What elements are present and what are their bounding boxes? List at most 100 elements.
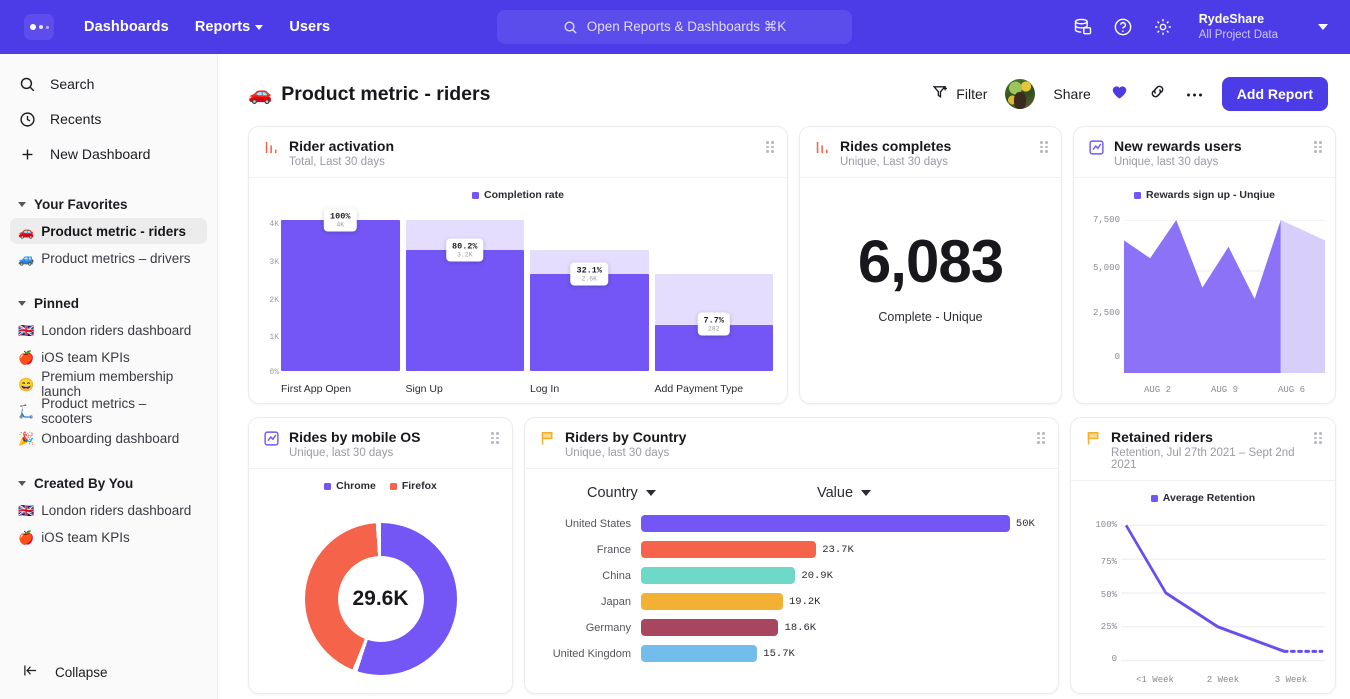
legend-swatch <box>324 483 331 490</box>
table-row[interactable]: France 23.7K <box>539 541 1042 558</box>
drag-handle-icon[interactable] <box>766 138 774 153</box>
sidebar: Search Recents New Dashboard <box>0 54 218 699</box>
share-button[interactable]: Share <box>1053 86 1090 102</box>
sidebar-item-search[interactable]: Search <box>0 68 217 100</box>
y-tick: 2K <box>269 296 279 305</box>
card-retained-riders: Retained riders Retention, Jul 27th 2021… <box>1070 417 1336 694</box>
bar-track: 15.7K <box>641 645 1042 662</box>
table-row[interactable]: Japan 19.2K <box>539 593 1042 610</box>
sidebar-group-favorites: Your Favorites 🚗 Product metric - riders… <box>0 191 217 272</box>
sidebar-item-london-riders-dashboard[interactable]: 🇬🇧 London riders dashboard <box>10 317 207 343</box>
drag-handle-icon[interactable] <box>1040 138 1048 153</box>
funnel-tooltip: 7.7% 282 <box>698 313 730 336</box>
sidebar-collapse-button[interactable]: Collapse <box>0 663 217 681</box>
app-body: Search Recents New Dashboard <box>0 54 1350 699</box>
card-subtitle: Retention, Jul 27th 2021 – Sept 2nd 2021 <box>1111 447 1305 471</box>
sidebar-item-new-dashboard[interactable]: New Dashboard <box>0 138 217 170</box>
x-tick: Log In <box>530 383 649 395</box>
sidebar-item-ios-team-kpis[interactable]: 🍎 iOS team KPIs <box>10 344 207 370</box>
funnel-tooltip: 100% 4K <box>324 209 356 232</box>
donut-ring[interactable]: 29.6K <box>305 523 457 675</box>
sidebar-item-recents[interactable]: Recents <box>0 103 217 135</box>
top-navigation-bar: Dashboards Reports Users Open Reports & … <box>0 0 1350 54</box>
card-subtitle: Unique, last 30 days <box>565 447 686 459</box>
column-header-value[interactable]: Value <box>817 485 871 501</box>
card-header: Retained riders Retention, Jul 27th 2021… <box>1071 418 1335 481</box>
card-title: Rides by mobile OS <box>289 429 420 445</box>
table-row[interactable]: China 20.9K <box>539 567 1042 584</box>
legend-item: Firefox <box>390 480 437 492</box>
party-emoji-icon: 🎉 <box>18 432 34 445</box>
link-icon[interactable] <box>1148 82 1167 106</box>
sidebar-item-label: Product metrics – drivers <box>41 251 190 266</box>
column-header-country[interactable]: Country <box>539 485 739 501</box>
sidebar-item-premium-membership-launch[interactable]: 😄 Premium membership launch <box>10 371 207 397</box>
card-title: Retained riders <box>1111 429 1305 445</box>
global-search-input[interactable]: Open Reports & Dashboards ⌘K <box>497 10 852 44</box>
bar-track: 23.7K <box>641 541 1042 558</box>
table-row[interactable]: United Kingdom 15.7K <box>539 645 1042 662</box>
country-label: Germany <box>539 622 631 634</box>
drag-handle-icon[interactable] <box>1314 429 1322 444</box>
drag-handle-icon[interactable] <box>1314 138 1322 153</box>
funnel-percent: 100% <box>330 212 350 222</box>
funnel-percent: 80.2% <box>452 241 478 251</box>
card-title: New rewards users <box>1114 138 1242 154</box>
add-report-button[interactable]: Add Report <box>1222 77 1328 111</box>
table-row[interactable]: United States 50K <box>539 515 1042 532</box>
chart-legend: Completion rate <box>249 178 787 201</box>
card-title: Rides completes <box>840 138 951 154</box>
sidebar-group-header[interactable]: Created By You <box>0 470 217 496</box>
topbar-right-actions: RydeShare All Project Data <box>1073 12 1334 42</box>
database-icon[interactable] <box>1073 17 1093 37</box>
account-chevron-down-icon[interactable] <box>1318 24 1328 30</box>
account-switcher[interactable]: RydeShare All Project Data <box>1199 12 1278 42</box>
y-tick: 5,000 <box>1093 263 1120 273</box>
drag-handle-icon[interactable] <box>1037 429 1045 444</box>
y-tick: 3K <box>269 258 279 267</box>
nav-item-users[interactable]: Users <box>289 19 330 35</box>
heart-icon[interactable] <box>1109 82 1130 106</box>
nav-label: Dashboards <box>84 19 169 35</box>
gear-icon[interactable] <box>1153 17 1173 37</box>
more-icon[interactable] <box>1185 85 1204 103</box>
country-label: United States <box>539 518 631 530</box>
x-tick: AUG 6 <box>1258 385 1325 395</box>
line-chart-icon <box>1088 139 1105 156</box>
sidebar-item-product-metrics-scooters[interactable]: 🛴 Product metrics – scooters <box>10 398 207 424</box>
y-tick: 0 <box>1112 654 1117 664</box>
sidebar-group-header[interactable]: Your Favorites <box>0 191 217 217</box>
card-subtitle: Total, Last 30 days <box>289 156 394 168</box>
collapse-label: Collapse <box>55 665 108 680</box>
sidebar-group-header[interactable]: Pinned <box>0 290 217 316</box>
help-circle-icon[interactable] <box>1113 17 1133 37</box>
sidebar-item-product-metrics-drivers[interactable]: 🚙 Product metrics – drivers <box>10 245 207 271</box>
funnel-count: 2.6K <box>576 276 602 283</box>
x-tick: Add Payment Type <box>655 383 774 395</box>
funnel-column[interactable]: 32.1% 2.6K <box>530 220 649 371</box>
card-titles: Rider activation Total, Last 30 days <box>289 138 394 168</box>
y-tick: 0% <box>269 368 279 377</box>
avatar[interactable] <box>1005 79 1035 109</box>
legend-label: Chrome <box>336 480 376 492</box>
funnel-column[interactable]: 100% 4K <box>281 220 400 371</box>
nav-label: Reports <box>195 19 251 35</box>
dots-logo-icon[interactable] <box>24 14 54 40</box>
funnel-column[interactable]: 7.7% 282 <box>655 220 774 371</box>
area-chart: 7,500 5,000 2,500 0 <box>1074 212 1335 403</box>
sidebar-item-product-metric-riders[interactable]: 🚗 Product metric - riders <box>10 218 207 244</box>
drag-handle-icon[interactable] <box>491 429 499 444</box>
funnel-column[interactable]: 80.2% 3.2K <box>406 220 525 371</box>
card-header: Rides by mobile OS Unique, last 30 days <box>249 418 512 469</box>
card-header: Rides completes Unique, Last 30 days <box>800 127 1061 178</box>
nav-item-reports[interactable]: Reports <box>195 19 264 35</box>
nav-item-dashboards[interactable]: Dashboards <box>84 19 169 35</box>
sidebar-item-london-riders-dashboard-created[interactable]: 🇬🇧 London riders dashboard <box>10 497 207 523</box>
sidebar-item-onboarding-dashboard[interactable]: 🎉 Onboarding dashboard <box>10 425 207 451</box>
country-label: Japan <box>539 596 631 608</box>
country-label: United Kingdom <box>539 648 631 660</box>
filter-button[interactable]: Filter <box>932 84 987 104</box>
sidebar-item-ios-team-kpis-created[interactable]: 🍎 iOS team KPIs <box>10 524 207 550</box>
bar-track: 19.2K <box>641 593 1042 610</box>
table-row[interactable]: Germany 18.6K <box>539 619 1042 636</box>
